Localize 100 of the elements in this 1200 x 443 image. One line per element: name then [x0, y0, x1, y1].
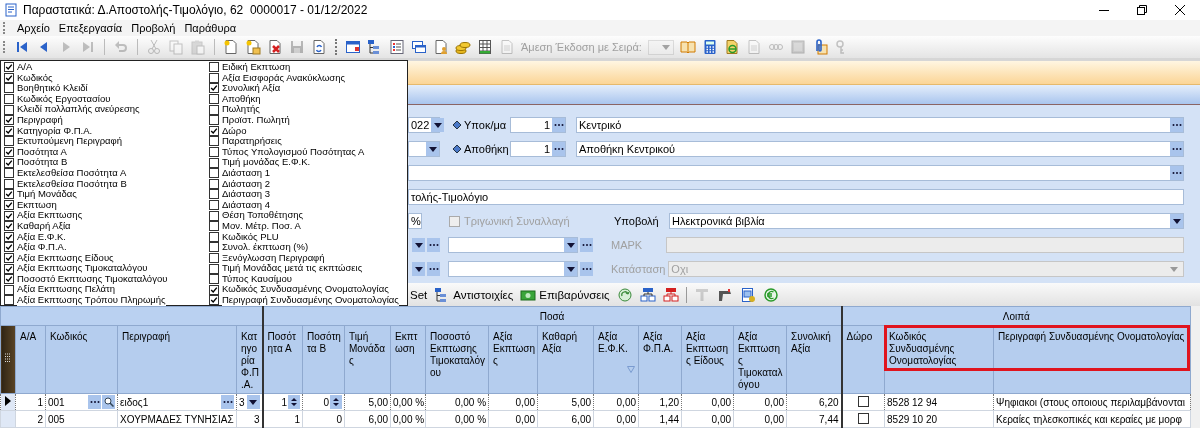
column-header[interactable]: Περιγραφή	[117, 325, 237, 394]
checkbox[interactable]	[4, 231, 14, 242]
column-header[interactable]: Ποσότητα Α	[262, 325, 303, 394]
ellipsis-button[interactable]	[1170, 118, 1183, 132]
checkbox[interactable]	[209, 62, 219, 73]
checkbox-label[interactable]: Πωλητής	[222, 104, 260, 115]
checkbox[interactable]	[209, 231, 219, 242]
checkbox[interactable]	[4, 94, 14, 105]
mark-field[interactable]	[666, 237, 1184, 253]
new-document-icon[interactable]	[223, 39, 239, 55]
checkbox[interactable]	[4, 125, 14, 136]
column-header[interactable]: Εκπτωση	[390, 325, 426, 394]
column-header[interactable]: Τιμή Μονάδας	[344, 325, 391, 394]
checkbox-label[interactable]: Εκτυπούμενη Περιγραφή	[17, 136, 122, 147]
dropdown-button[interactable]	[426, 142, 439, 156]
checkbox-label[interactable]: Εκτελεσθείσα Ποσότητα Α	[17, 167, 127, 179]
checkbox[interactable]	[209, 147, 219, 158]
checkbox[interactable]	[4, 62, 14, 73]
spin-button[interactable]	[330, 395, 343, 409]
document-person-icon[interactable]	[433, 39, 449, 55]
checkbox[interactable]	[209, 242, 219, 253]
document-e-icon[interactable]	[723, 39, 740, 55]
checkbox-label[interactable]: Τύπος Καυσίμου	[222, 273, 292, 285]
checkbox-label[interactable]: Αξία Φ.Π.Α.	[17, 242, 67, 253]
menu-item[interactable]: Προβολή	[131, 22, 176, 34]
checkbox-label[interactable]: Ποσοστό Εκπτωσης Τιμοκαταλόγου	[17, 273, 168, 285]
menu-item[interactable]: Αρχείο	[17, 22, 50, 34]
ellipsis-button[interactable]	[580, 262, 593, 276]
column-header[interactable]: Αξία Εκπτωσης	[488, 325, 538, 394]
search-button[interactable]	[102, 395, 115, 409]
checkbox-label[interactable]: Συνολ. έκπτωση (%)	[222, 242, 309, 253]
dropdown-field[interactable]	[448, 261, 578, 277]
checkbox-label[interactable]: Ποσότητα Β	[17, 157, 68, 168]
checkbox[interactable]	[4, 221, 14, 232]
column-header[interactable]: Αξία Εκπτωσης Είδους	[681, 325, 734, 394]
checkbox[interactable]	[4, 168, 14, 179]
checkbox-label[interactable]: Ποσότητα Α	[17, 146, 67, 158]
checkbox[interactable]	[4, 274, 14, 285]
ellipsis-button[interactable]	[1170, 166, 1183, 180]
name-field[interactable]: Κεντρικό	[576, 117, 1184, 133]
checkbox-label[interactable]: Αξία Εισφοράς Ανακύκλωσης	[222, 72, 346, 84]
checkbox-label[interactable]: Τύπος Υπολογισμού Ποσότητας Α	[222, 146, 365, 158]
tree-icon[interactable]	[639, 286, 656, 303]
checkbox[interactable]	[209, 200, 219, 210]
scanner-icon[interactable]	[716, 286, 733, 303]
column-header[interactable]: Ποσοστό Εκπτωσης Τιμοκαταλόγου	[425, 325, 489, 394]
checkbox-label[interactable]: Περιγραφή	[17, 114, 63, 126]
checkbox-label[interactable]: Κωδικός Εργοστασίου	[17, 93, 111, 105]
first-arrow-icon[interactable]	[14, 39, 30, 55]
checkbox[interactable]	[209, 136, 219, 147]
ellipsis-button[interactable]	[427, 238, 440, 252]
checkbox-label[interactable]: Κωδικός PLU	[222, 231, 279, 243]
ellipsis-button[interactable]	[552, 118, 565, 132]
checkbox-label[interactable]: Κωδικός Συνδυασμένης Ονοματολογίας	[222, 284, 389, 296]
ellipsis-button[interactable]	[88, 395, 101, 409]
checkbox[interactable]	[209, 168, 219, 179]
checkbox[interactable]	[4, 200, 14, 210]
checkbox[interactable]	[209, 253, 219, 263]
checkbox-label[interactable]: Αξία Ε.Φ.Κ.	[17, 231, 66, 243]
column-header[interactable]: Καθαρή Αξία	[537, 325, 594, 394]
column-header[interactable]: Αξία Ε.Φ.Κ.	[593, 325, 639, 394]
ellipsis-button[interactable]	[580, 238, 593, 252]
recycle-icon[interactable]	[616, 286, 633, 303]
list-icon[interactable]	[389, 39, 405, 55]
checkbox[interactable]	[4, 284, 14, 295]
checkbox[interactable]	[4, 157, 14, 168]
dropdown-button[interactable]	[246, 395, 260, 409]
checkbox-label[interactable]: Κατηγορία Φ.Π.Α.	[17, 125, 93, 137]
checkbox-label[interactable]: Βοηθητικό Κλειδί	[17, 83, 88, 94]
checkbox-label[interactable]: Περιγραφή Συνδυασμένης Ονοματολογίας	[222, 295, 399, 306]
checkbox[interactable]	[209, 263, 219, 274]
document-folder-icon[interactable]	[245, 39, 261, 55]
toolbar-button[interactable]: Set	[410, 288, 428, 301]
checkbox-label[interactable]: Ξενόγλωσση Περιγραφή	[222, 252, 325, 264]
checkbox[interactable]	[4, 242, 14, 253]
document-arrows-icon[interactable]	[311, 39, 327, 55]
checkbox[interactable]	[209, 94, 219, 105]
grid-icon[interactable]	[477, 39, 493, 55]
dropdown-button[interactable]	[431, 118, 445, 132]
checkbox[interactable]	[209, 284, 219, 295]
checkbox-label[interactable]: Διάσταση 1	[222, 167, 270, 179]
checkbox-label[interactable]: Αξία Εκπτωσης Τιμοκαταλόγου	[17, 263, 148, 274]
checkbox[interactable]	[4, 83, 14, 94]
checkbox[interactable]	[4, 147, 14, 158]
dropdown-field[interactable]	[408, 141, 440, 157]
menu-item[interactable]: Επεξεργασία	[58, 22, 123, 34]
series-field[interactable]: τολής-Τιμολόγιο	[408, 189, 1184, 205]
checkbox[interactable]	[4, 263, 14, 274]
checkbox[interactable]	[209, 189, 219, 200]
submission-dropdown[interactable]: Ηλεκτρονικά βιβλία	[669, 213, 1184, 229]
checkbox-label[interactable]: Θέση Τοποθέτησης	[222, 210, 304, 221]
ellipsis-button[interactable]	[552, 142, 565, 156]
checkbox[interactable]	[4, 104, 14, 115]
checkbox[interactable]	[209, 72, 219, 83]
delete-document-icon[interactable]	[267, 39, 283, 55]
dropdown-button[interactable]	[564, 262, 577, 276]
checkbox-label[interactable]: Καθαρή Αξία	[17, 220, 71, 232]
checkbox[interactable]	[209, 157, 219, 168]
dropdown-button[interactable]	[564, 238, 577, 252]
toolbar-button[interactable]: Επιβαρύνσεις	[520, 286, 610, 303]
